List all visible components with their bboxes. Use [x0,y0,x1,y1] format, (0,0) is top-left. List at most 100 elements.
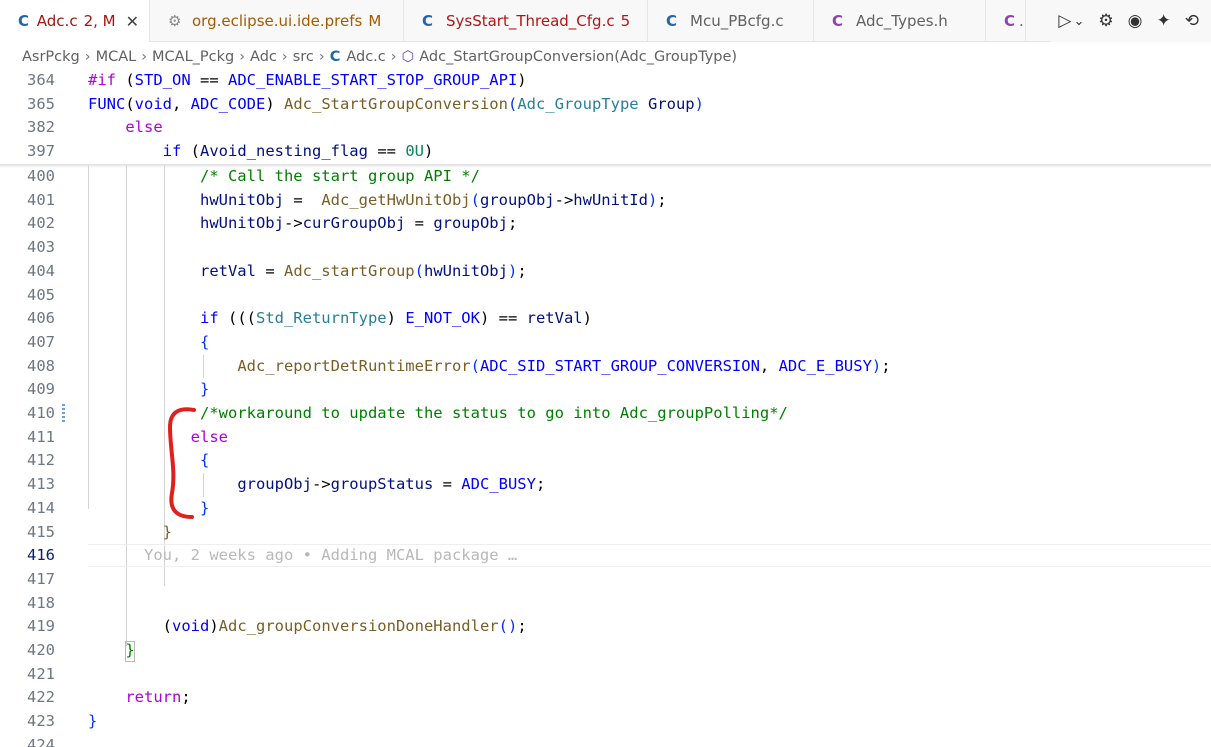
code-token: ; [517,261,527,280]
line-number: 397 [27,142,55,161]
code-line[interactable]: 403 [0,236,1211,260]
tab-eclipse-prefs[interactable]: ⚙ org.eclipse.ui.ide.prefs M [150,0,404,42]
history-icon[interactable]: ⟲ [1185,11,1199,31]
code-token: Std_ReturnType [255,309,387,328]
tab-label: Adc_Types.h [856,12,948,30]
code-token: ) [871,356,882,375]
code-text: (void)Adc_groupConversionDoneHandler(); [88,615,527,639]
breadcrumb-item[interactable]: AsrPckg [22,49,80,65]
code-text: else [88,116,162,140]
sticky-scroll-line[interactable]: 382 else [0,116,1211,141]
code-line[interactable]: 423} [0,710,1211,734]
code-line[interactable]: 409 } [0,378,1211,402]
code-token: groupObj [433,214,508,233]
code-line[interactable]: 405 [0,284,1211,308]
code-token: } [162,522,172,541]
code-token: = [433,475,462,494]
code-token: { [199,332,210,351]
code-token: /* Call the start group API */ [199,167,480,185]
code-line[interactable]: 421 [0,663,1211,687]
close-icon[interactable]: ✕ [126,12,139,31]
code-line[interactable]: 419 (void)Adc_groupConversionDoneHandler… [0,615,1211,639]
code-token: Adc_reportDetRuntimeError [237,356,471,375]
code-line[interactable]: 416 You, 2 weeks ago • Adding MCAL packa… [0,544,1211,568]
code-line[interactable]: 424 [0,734,1211,747]
tab-adc-types[interactable]: C Adc_Types.h [814,0,986,42]
code-token: ( [162,617,172,636]
code-line[interactable]: 401 hwUnitObj = Adc_getHwUnitObj(groupOb… [0,189,1211,213]
breadcrumb-item[interactable]: Adc [250,49,277,65]
gear-icon[interactable]: ⚙ [1098,11,1113,31]
code-text: FUNC(void, ADC_CODE) Adc_StartGroupConve… [88,93,704,117]
code-token: Adc_GroupType [517,94,639,113]
breadcrumb-item[interactable]: src [293,49,314,65]
tab-overflow[interactable]: C . [986,0,1026,42]
tab-sysstart-thread-cfg[interactable]: C SysStart_Thread_Cfg.c 5 [404,0,648,42]
code-token: ( [181,142,200,161]
code-token: retVal [199,261,256,280]
breadcrumb: AsrPckg › MCAL › MCAL_Pckg › Adc › src ›… [0,45,737,69]
line-number: 424 [27,735,55,747]
line-number: 365 [27,94,55,113]
chevron-down-icon[interactable]: ⌄ [1074,14,1085,29]
sticky-scroll-line[interactable]: 397 if (Avoid_nesting_flag == 0U) [0,140,1211,164]
breadcrumb-symbol[interactable]: Adc_StartGroupConversion(Adc_GroupType) [419,49,737,65]
tab-mcu-pbcfg[interactable]: C Mcu_PBcfg.c [648,0,814,42]
code-line[interactable]: 420 } [0,639,1211,663]
tab-label: . [1019,12,1024,30]
code-line[interactable]: 402 hwUnitObj->curGroupObj = groupObj; [0,212,1211,236]
code-token: -> [311,475,331,494]
code-text: groupObj->groupStatus = ADC_BUSY; [88,473,545,497]
code-token: /*workaround to update the status to go … [199,404,788,422]
breadcrumb-separator: › [84,49,91,65]
breadcrumb-file[interactable]: Adc.c [346,49,385,65]
code-line[interactable]: 406 if (((Std_ReturnType) E_NOT_OK) == r… [0,307,1211,331]
code-token: } [125,641,135,659]
code-line[interactable]: 418 [0,592,1211,616]
run-icon[interactable]: ▷ [1058,11,1071,31]
breadcrumb-item[interactable]: MCAL_Pckg [152,49,234,65]
line-number: 411 [27,427,55,446]
breadcrumb-separator: › [239,49,246,65]
code-token: ; [507,214,518,233]
line-number: 422 [27,688,55,707]
code-line[interactable]: 417 [0,568,1211,592]
code-token: Adc_startGroup [283,261,415,280]
line-number: 364 [27,71,55,89]
line-number: 400 [27,167,55,185]
copilot-icon[interactable]: ◉ [1128,11,1143,31]
code-line[interactable]: 404 retVal = Adc_startGroup(hwUnitObj); [0,260,1211,284]
code-line[interactable]: 408 Adc_reportDetRuntimeError(ADC_SID_ST… [0,355,1211,379]
code-token: Adc_StartGroupConversion [284,94,508,113]
line-number: 418 [27,593,55,612]
code-token: ; [657,190,667,209]
code-token: groupObj [237,475,312,494]
code-line[interactable]: 422 return; [0,686,1211,710]
breadcrumb-item[interactable]: MCAL [96,49,137,65]
code-token: void [172,617,210,636]
code-token: ( [470,190,480,209]
sticky-scroll-line[interactable]: 364 #if (STD_ON == ADC_ENABLE_START_STOP_… [0,69,1211,93]
code-text: } [88,378,209,402]
code-token: ( [414,261,424,280]
code-token: ) [507,261,518,280]
code-line[interactable]: 400 /* Call the start group API */ [0,165,1211,189]
method-symbol-icon: ⬡ [401,49,415,65]
tab-adc-c[interactable]: C Adc.c 2, M ✕ [0,0,150,42]
code-token: = [283,190,322,209]
code-text: if (Avoid_nesting_flag == 0U) [88,140,434,164]
c-file-icon: C [18,12,30,30]
line-number: 415 [27,522,55,541]
sticky-scroll-line[interactable]: 365 FUNC(void, ADC_CODE) Adc_StartGroupCo… [0,92,1211,117]
line-number: 406 [27,309,55,328]
code-editor[interactable]: 400 /* Call the start group API */401 hw… [0,69,1211,747]
code-token: ) [694,94,704,113]
sparkle-icon[interactable]: ✦ [1157,11,1171,31]
code-text: Adc_reportDetRuntimeError(ADC_SID_START_… [88,355,890,379]
code-token: ) == [479,309,527,328]
code-token: FUNC [88,94,126,113]
code-line[interactable]: 407 { [0,331,1211,355]
